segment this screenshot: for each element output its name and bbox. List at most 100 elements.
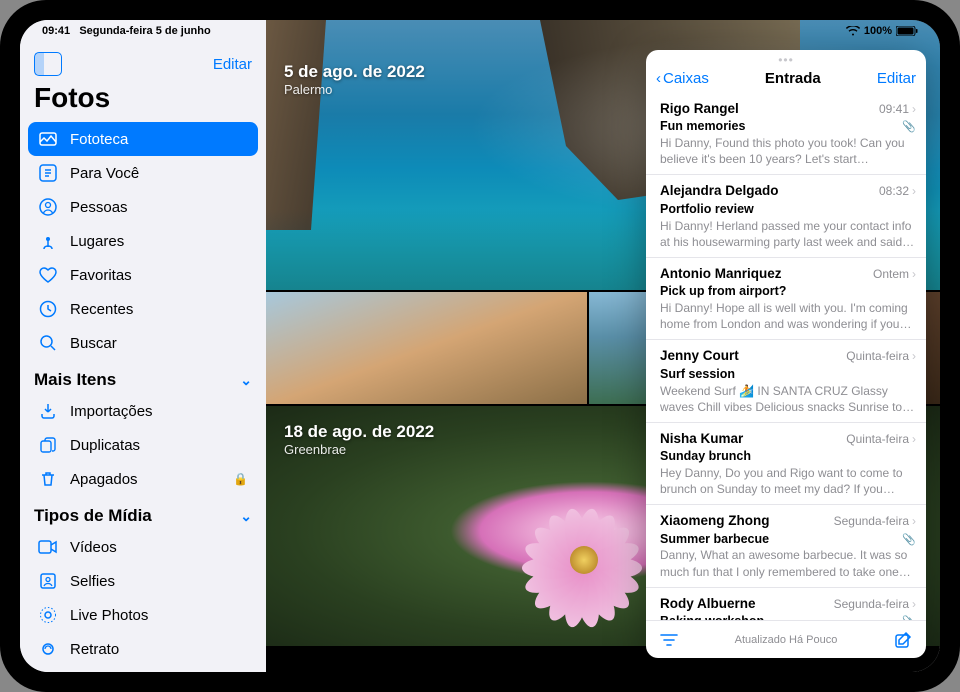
sidebar-item-lugares[interactable]: Lugares [28,224,258,258]
mail-message-row[interactable]: Rigo Rangel 09:41 › Fun memories 📎Hi Danny,… [646,93,926,175]
mail-sender: Rigo Rangel [660,100,739,118]
mail-preview: Hey Danny, Do you and Rigo want to come … [660,465,916,497]
mail-sender: Rody Albuerne [660,595,756,613]
mail-message-row[interactable]: Xiaomeng Zhong Segunda-feira › Summer barb… [646,505,926,587]
mail-subject: Summer barbecue [660,531,769,548]
photos-sidebar: Editar Fotos Fototeca Para Você Pessoas [20,20,266,672]
clock-icon [38,299,58,319]
sidebar-item-label: Lugares [70,233,124,250]
battery-icon [896,26,918,36]
mail-preview: Danny, What an awesome barbecue. It was … [660,547,916,579]
sidebar-item-selfies[interactable]: Selfies [28,564,258,598]
slideover-grabber[interactable] [646,50,926,70]
mail-slideover[interactable]: ‹ Caixas Entrada Editar Rigo Rangel 09:41… [646,50,926,658]
mail-subject: Baking workshop [660,613,764,620]
selfie-icon [38,571,58,591]
mail-sender: Alejandra Delgado [660,182,779,200]
video-icon [38,537,58,557]
chevron-left-icon: ‹ [656,70,661,87]
sidebar-item-label: Live Photos [70,607,148,624]
filter-icon[interactable] [660,633,678,647]
sidebar-section-more[interactable]: Mais Itens ⌄ [20,360,266,394]
status-date: Segunda-feira 5 de junho [79,25,210,37]
sidebar-item-importacoes[interactable]: Importações [28,394,258,428]
chevron-right-icon: › [912,513,916,529]
sidebar-item-recentes[interactable]: Recentes [28,292,258,326]
sidebar-item-label: Buscar [70,335,117,352]
live-icon [38,605,58,625]
sidebar-item-duplicatas[interactable]: Duplicatas [28,428,258,462]
sidebar-item-videos[interactable]: Vídeos [28,530,258,564]
sidebar-item-label: Pessoas [70,199,128,216]
mail-message-row[interactable]: Nisha Kumar Quinta-feira › Sunday brunchHe… [646,423,926,505]
mail-sender: Xiaomeng Zhong [660,512,770,530]
chevron-right-icon: › [912,183,916,199]
sidebar-item-paravoce[interactable]: Para Você [28,156,258,190]
import-icon [38,401,58,421]
sidebar-section-media[interactable]: Tipos de Mídia ⌄ [20,496,266,530]
mail-preview: Hi Danny, Found this photo you took! Can… [660,135,916,167]
chevron-right-icon: › [912,431,916,447]
sidebar-item-label: Recentes [70,301,133,318]
mail-time: Quinta-feira › [846,348,916,364]
sidebar-item-favoritas[interactable]: Favoritas [28,258,258,292]
mail-message-row[interactable]: Antonio Manriquez Ontem › Pick up from air… [646,258,926,340]
sidebar-edit-button[interactable]: Editar [213,56,252,73]
photo-group-location: Greenbrae [284,442,434,457]
attachment-icon: 📎 [902,533,916,548]
mail-time: Segunda-feira › [834,513,916,529]
mail-subject: Surf session [660,366,735,383]
compose-icon[interactable] [894,631,912,649]
photo-thumbnail[interactable] [266,292,587,404]
mail-message-list[interactable]: Rigo Rangel09:41 ›Fun memories📎Hi Danny,… [646,93,926,620]
chevron-right-icon: › [912,348,916,364]
photo-group-date: 18 de ago. de 2022 [284,422,434,442]
wifi-icon [846,26,860,36]
heart-icon [38,265,58,285]
mail-sender: Antonio Manriquez [660,265,782,283]
status-bar: 09:41 Segunda-feira 5 de junho 100% [20,20,940,42]
mail-subject: Pick up from airport? [660,283,786,300]
sidebar-item-label: Para Você [70,165,139,182]
photo-group-date: 5 de ago. de 2022 [284,62,425,82]
places-icon [38,231,58,251]
battery-text: 100% [864,25,892,37]
sidebar-item-label: Favoritas [70,267,132,284]
mail-subject: Sunday brunch [660,448,751,465]
mail-back-button[interactable]: ‹ Caixas [656,70,709,87]
sidebar-item-livephotos[interactable]: Live Photos [28,598,258,632]
mail-preview: Hi Danny! Hope all is well with you. I'm… [660,300,916,332]
search-icon [38,333,58,353]
duplicates-icon [38,435,58,455]
mail-time: 09:41 › [879,101,916,117]
mail-message-row[interactable]: Jenny CourtQuinta-feira ›Surf sessionWee… [646,340,926,422]
sidebar-item-retrato[interactable]: Retrato [28,632,258,666]
sidebar-item-label: Duplicatas [70,437,140,454]
sidebar-item-label: Fototeca [70,131,128,148]
home-indicator[interactable] [420,662,540,666]
sidebar-item-fototeca[interactable]: Fototeca [28,122,258,156]
trash-icon [38,469,58,489]
portrait-icon [38,639,58,659]
chevron-down-icon: ⌄ [240,508,252,525]
lock-icon: 🔒 [233,472,248,486]
mail-message-row[interactable]: Rody AlbuerneSegunda-feira ›Baking works… [646,588,926,620]
mail-time: Ontem › [873,266,916,282]
sidebar-item-buscar[interactable]: Buscar [28,326,258,360]
mail-preview: Weekend Surf 🏄 IN SANTA CRUZ Glassy wave… [660,383,916,415]
for-you-icon [38,163,58,183]
mail-time: Quinta-feira › [846,431,916,447]
sidebar-item-label: Apagados [70,471,138,488]
sidebar-item-pessoas[interactable]: Pessoas [28,190,258,224]
sidebar-toggle-icon[interactable] [34,52,62,76]
mail-time: 08:32 › [879,183,916,199]
mail-sender: Nisha Kumar [660,430,743,448]
mail-subject: Fun memories [660,118,745,135]
sidebar-item-apagados[interactable]: Apagados 🔒 [28,462,258,496]
mail-preview: Hi Danny! Herland passed me your contact… [660,218,916,250]
mail-edit-button[interactable]: Editar [877,70,916,87]
mail-title: Entrada [765,70,821,87]
mail-message-row[interactable]: Alejandra Delgado08:32 ›Portfolio review… [646,175,926,257]
attachment-icon: 📎 [902,615,916,620]
attachment-icon: 📎 [902,120,916,135]
